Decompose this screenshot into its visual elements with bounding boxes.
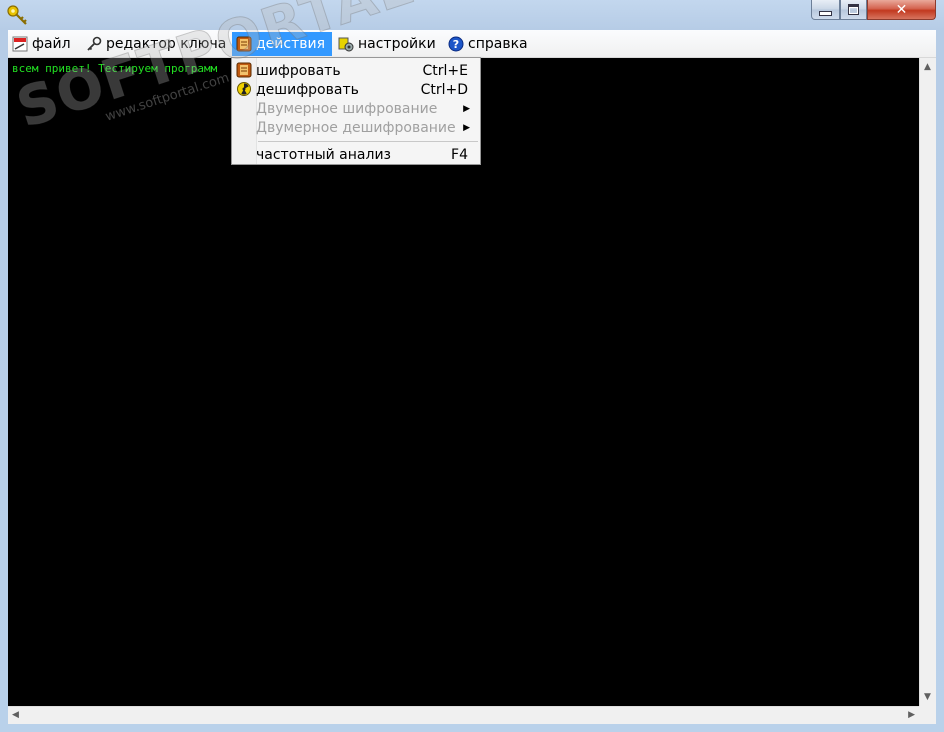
key-icon [7, 5, 27, 25]
menu-item-label: частотный анализ [256, 146, 391, 163]
menu-item-shortcut: Ctrl+E [422, 62, 469, 79]
menu-item-shortcut: Ctrl+D [420, 81, 468, 98]
menu-item-label: Двумерное шифрование [256, 100, 438, 117]
menu-item-2d-decrypt[interactable]: Двумерное дешифрование ▶ [234, 118, 478, 137]
decrypt-icon [237, 82, 251, 96]
close-button[interactable]: ✕ [867, 0, 936, 20]
menu-bar: файл редактор ключа действия настройки ?… [8, 30, 936, 58]
menu-item-decrypt[interactable]: дешифровать Ctrl+D [234, 80, 478, 99]
menu-file[interactable]: файл [8, 32, 75, 56]
menu-key-editor[interactable]: редактор ключа [82, 32, 230, 56]
menu-item-frequency-analysis[interactable]: частотный анализ F4 [234, 145, 478, 164]
key-edit-icon [87, 36, 102, 51]
menu-file-label: файл [32, 36, 71, 52]
actions-icon [236, 36, 252, 52]
menu-key-editor-label: редактор ключа [106, 36, 227, 52]
menu-item-label: шифровать [256, 62, 341, 79]
menu-help[interactable]: ? справка [444, 32, 532, 56]
scroll-right-icon[interactable]: ▶ [908, 710, 915, 720]
help-icon: ? [448, 36, 464, 52]
scroll-up-icon[interactable]: ▲ [924, 62, 931, 72]
app-window: ✕ файл редактор ключа действия настройки… [0, 0, 944, 732]
horizontal-scrollbar[interactable]: ◀ ▶ [8, 706, 919, 724]
minimize-icon [819, 11, 832, 16]
submenu-arrow-icon: ▶ [463, 103, 470, 114]
scrollbar-corner [919, 706, 936, 724]
title-bar[interactable]: ✕ [0, 0, 944, 28]
scroll-down-icon[interactable]: ▼ [924, 692, 931, 702]
menu-help-label: справка [468, 36, 528, 52]
menu-item-shortcut: F4 [451, 146, 468, 163]
console-text: всем привет! Тестируем программ [12, 62, 218, 75]
maximize-icon [848, 4, 859, 15]
menu-settings-label: настройки [358, 36, 436, 52]
actions-dropdown-menu: шифровать Ctrl+E дешифровать Ctrl+D Двум… [231, 57, 481, 165]
maximize-button[interactable] [840, 0, 867, 20]
file-icon [12, 36, 28, 52]
svg-text:?: ? [453, 38, 459, 51]
menu-item-label: Двумерное дешифрование [256, 119, 456, 136]
menu-settings[interactable]: настройки [334, 32, 440, 56]
encrypt-icon [236, 62, 252, 78]
menu-actions-label: действия [256, 36, 326, 52]
scroll-left-icon[interactable]: ◀ [12, 710, 19, 720]
menu-separator [258, 141, 478, 142]
vertical-scrollbar[interactable]: ▲ ▼ [919, 58, 936, 706]
menu-item-label: дешифровать [256, 81, 359, 98]
menu-item-2d-encrypt[interactable]: Двумерное шифрование ▶ [234, 99, 478, 118]
minimize-button[interactable] [811, 0, 840, 20]
menu-actions[interactable]: действия [232, 32, 332, 56]
settings-icon [338, 37, 354, 52]
submenu-arrow-icon: ▶ [463, 122, 470, 133]
menu-item-encrypt[interactable]: шифровать Ctrl+E [234, 61, 478, 80]
close-icon: ✕ [895, 1, 908, 18]
